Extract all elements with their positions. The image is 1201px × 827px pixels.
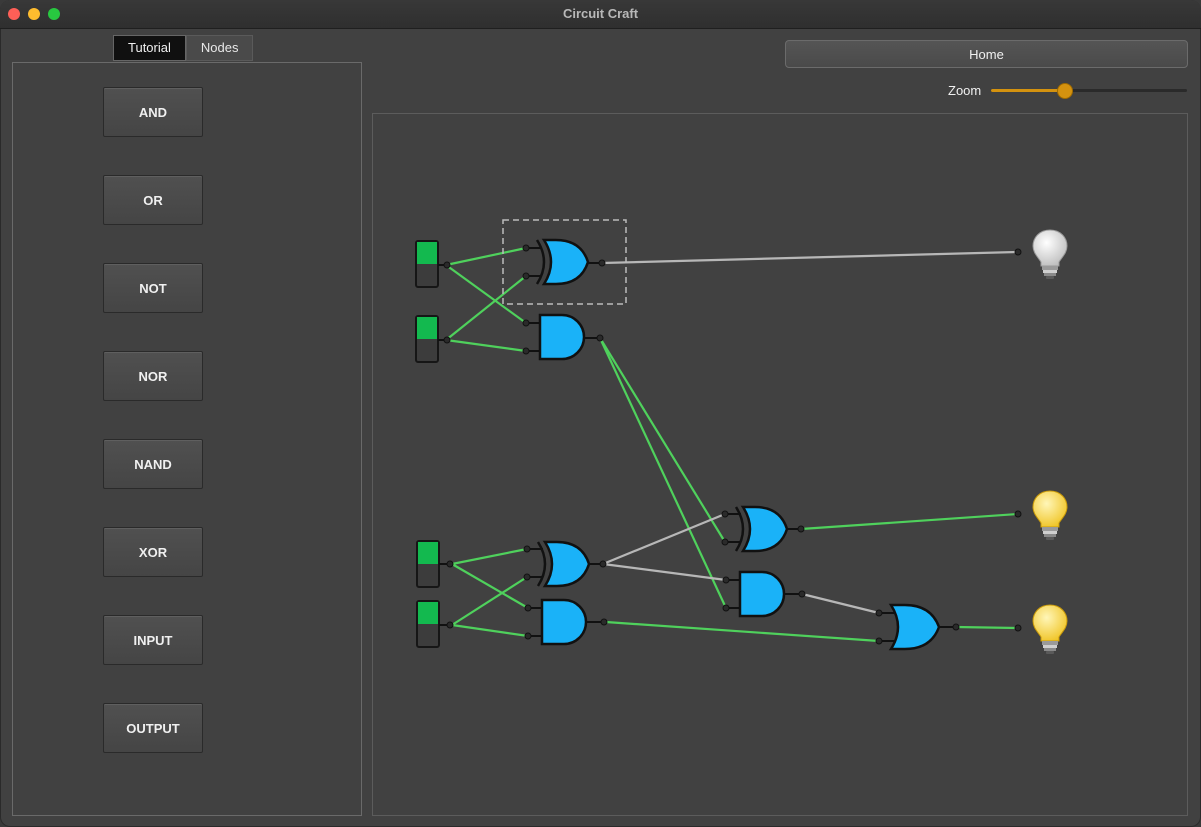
and-node-button[interactable]: AND [103, 87, 203, 137]
circuit-canvas[interactable] [372, 113, 1188, 816]
app-window: Circuit Craft Tutorial Nodes AND OR NOT … [0, 0, 1201, 827]
xor-gate[interactable] [523, 540, 607, 588]
wire [445, 275, 527, 341]
wire [445, 264, 527, 324]
light-bulb-off-icon[interactable] [1014, 229, 1068, 279]
input-switch[interactable] [415, 240, 451, 288]
home-button[interactable]: Home [785, 40, 1188, 68]
zoom-slider-thumb[interactable] [1056, 83, 1073, 99]
and-gate[interactable] [524, 598, 608, 646]
wire [605, 620, 880, 643]
title-bar: Circuit Craft [0, 0, 1201, 29]
input-node-button[interactable]: INPUT [103, 615, 203, 665]
wire [445, 246, 527, 267]
zoom-label: Zoom [948, 83, 982, 98]
input-switch[interactable] [416, 540, 454, 588]
input-switch[interactable] [416, 600, 454, 648]
window-title: Circuit Craft [562, 6, 639, 21]
wire [602, 512, 726, 566]
nand-node-button[interactable]: NAND [103, 439, 203, 489]
wire [955, 625, 1019, 630]
wire [451, 547, 528, 566]
tab-tutorial[interactable]: Tutorial [113, 35, 186, 61]
not-node-button[interactable]: NOT [103, 263, 203, 313]
light-bulb-on-icon[interactable] [1014, 604, 1068, 654]
wire [801, 592, 880, 615]
wire [601, 250, 1019, 265]
input-switch[interactable] [415, 315, 451, 363]
xor-gate[interactable] [522, 238, 606, 286]
and-gate[interactable] [522, 313, 604, 361]
or-gate[interactable] [875, 603, 960, 651]
zoom-slider[interactable] [991, 83, 1187, 99]
sidebar-tabs: Tutorial Nodes [113, 35, 254, 61]
xor-node-button[interactable]: XOR [103, 527, 203, 577]
tab-nodes[interactable]: Nodes [185, 35, 254, 61]
wire [599, 337, 727, 609]
or-node-button[interactable]: OR [103, 175, 203, 225]
nodes-panel: AND OR NOT NOR NAND XOR INPUT OUTPUT [12, 62, 362, 816]
and-gate[interactable] [722, 570, 806, 618]
wire [800, 512, 1019, 531]
wire [445, 338, 527, 353]
wire [599, 337, 726, 543]
output-node-button[interactable]: OUTPUT [103, 703, 203, 753]
light-bulb-on-icon[interactable] [1014, 490, 1068, 540]
xor-gate[interactable] [721, 505, 805, 553]
wire [451, 623, 529, 638]
nor-node-button[interactable]: NOR [103, 351, 203, 401]
zoom-slider-fill [991, 89, 1064, 92]
circuit-diagram [415, 219, 1068, 654]
